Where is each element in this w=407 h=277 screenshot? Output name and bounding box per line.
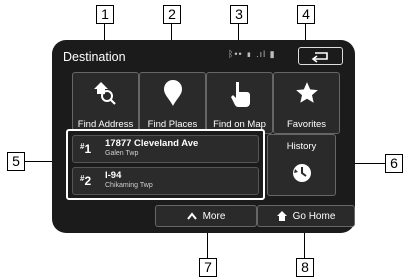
callout-4: 4: [297, 5, 315, 24]
clock-history-icon: [293, 164, 311, 182]
recent-destinations-list: #1 17877 Cleveland Ave Galen Twp #2 I-94…: [66, 129, 265, 200]
home-icon: [276, 211, 287, 221]
recent-destination-2[interactable]: #2 I-94 Chikaming Twp: [72, 167, 259, 195]
favorites-button[interactable]: Favorites: [273, 72, 340, 134]
status-indicators: ᛒ•• ▮ .ıl ▮: [228, 49, 276, 59]
entry-city: Galen Twp: [105, 150, 139, 157]
go-home-button[interactable]: Go Home: [257, 205, 355, 227]
callout-5: 5: [7, 152, 25, 171]
page-title: Destination: [63, 50, 126, 64]
favorites-label: Favorites: [286, 119, 327, 130]
callout-1: 1: [96, 5, 114, 24]
find-address-button[interactable]: Find Address: [72, 72, 139, 134]
entry-index: 2: [84, 174, 92, 188]
more-button[interactable]: More: [155, 205, 257, 227]
entry-city: Chikaming Twp: [105, 182, 153, 189]
history-button[interactable]: History: [267, 134, 336, 196]
callout-3: 3: [230, 5, 248, 24]
back-button[interactable]: [298, 47, 343, 65]
callout-8: 8: [296, 258, 314, 277]
entry-address: I-94: [105, 170, 122, 181]
entry-address: 17877 Cleveland Ave: [105, 138, 199, 149]
history-label: History: [286, 141, 317, 152]
callout-7: 7: [199, 258, 217, 277]
more-label: More: [202, 210, 226, 222]
callout-6: 6: [385, 154, 403, 173]
hand-pointer-icon: [230, 82, 250, 108]
map-pin-icon: [163, 80, 182, 106]
back-arrow-icon: [311, 52, 328, 63]
home-search-icon: [93, 82, 116, 105]
go-home-label: Go Home: [292, 210, 336, 222]
find-on-map-button[interactable]: Find on Map: [206, 72, 273, 134]
recent-destination-1[interactable]: #1 17877 Cleveland Ave Galen Twp: [72, 135, 259, 163]
callout-2: 2: [163, 5, 181, 24]
entry-index: 1: [84, 142, 92, 156]
star-icon: [295, 82, 318, 103]
find-places-button[interactable]: Find Places: [139, 72, 206, 134]
chevron-up-icon: [186, 212, 197, 220]
